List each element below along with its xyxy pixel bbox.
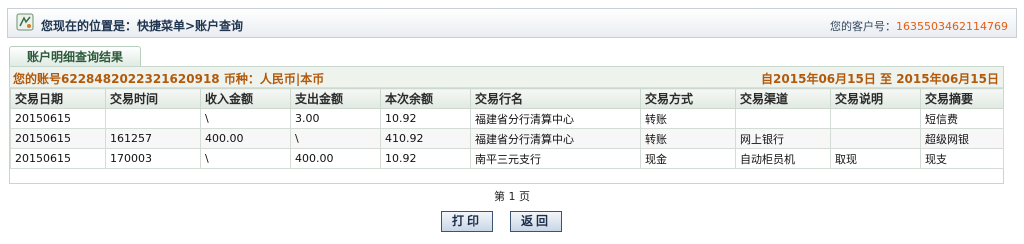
location-text: 您现在的位置是：快捷菜单>账户查询	[41, 19, 244, 33]
table-cell: 400.00	[200, 128, 291, 149]
table-cell: \	[200, 108, 291, 129]
back-button[interactable]: 返回	[510, 211, 562, 232]
table-cell: \	[200, 148, 291, 169]
account-info-bar: 您的账号6228482022321620918 币种：人民币|本币 自2015年…	[10, 67, 1003, 88]
table-cell	[105, 108, 201, 129]
table-cell: 20150615	[10, 148, 106, 169]
location-pin-icon	[16, 13, 34, 31]
table-header-row: 交易日期 交易时间 收入金额 支出金额 本次余额 交易行名 交易方式 交易渠道 …	[10, 88, 1004, 109]
customer-no-value: 1635503462114769	[896, 20, 1008, 33]
column-header: 交易渠道	[735, 88, 831, 109]
column-header: 本次余额	[380, 88, 471, 109]
table-cell: 超级网银	[920, 128, 1004, 149]
table-cell: 转账	[640, 108, 736, 129]
column-header: 交易行名	[470, 88, 641, 109]
table-cell: 400.00	[290, 148, 381, 169]
table-cell: 取现	[830, 148, 921, 169]
location-bar: 您现在的位置是：快捷菜单>账户查询 您的客户号：1635503462114769	[7, 8, 1017, 38]
table-row: 20150615 170003 \ 400.00 10.92 南平三元支行 现金…	[10, 148, 1004, 169]
table-cell: 短信费	[920, 108, 1004, 129]
column-header: 交易时间	[105, 88, 201, 109]
table-cell: 现支	[920, 148, 1004, 169]
table-cell: 10.92	[380, 108, 471, 129]
table-cell	[735, 108, 831, 129]
table-cell: 20150615	[10, 108, 106, 129]
column-header: 收入金额	[200, 88, 291, 109]
table-cell: 南平三元支行	[470, 148, 641, 169]
column-header: 交易说明	[830, 88, 921, 109]
column-header: 交易方式	[640, 88, 736, 109]
table-cell: 福建省分行清算中心	[470, 128, 641, 149]
table-cell: 现金	[640, 148, 736, 169]
table-cell: 170003	[105, 148, 201, 169]
table-cell: 10.92	[380, 148, 471, 169]
table-cell: 转账	[640, 128, 736, 149]
table-cell: 福建省分行清算中心	[470, 108, 641, 129]
column-header: 支出金额	[290, 88, 381, 109]
table-cell: \	[290, 128, 381, 149]
table-cell: 20150615	[10, 128, 106, 149]
table-row: 20150615 \ 3.00 10.92 福建省分行清算中心 转账 短信费	[10, 108, 1004, 129]
print-button[interactable]: 打印	[441, 211, 493, 232]
table-cell	[830, 128, 921, 149]
table-cell: 3.00	[290, 108, 381, 129]
table-cell: 410.92	[380, 128, 471, 149]
date-range: 自2015年06月15日 至 2015年06月15日	[761, 72, 999, 86]
transaction-table: 交易日期 交易时间 收入金额 支出金额 本次余额 交易行名 交易方式 交易渠道 …	[10, 88, 1004, 169]
tab-account-detail-result[interactable]: 账户明细查询结果	[9, 46, 141, 66]
table-cell: 161257	[105, 128, 201, 149]
page-indicator: 第 1 页	[494, 190, 530, 203]
table-cell: 网上银行	[735, 128, 831, 149]
customer-label: 您的客户号：	[830, 20, 897, 33]
table-row: 20150615 161257 400.00 \ 410.92 福建省分行清算中…	[10, 128, 1004, 149]
result-panel: 您的账号6228482022321620918 币种：人民币|本币 自2015年…	[9, 66, 1004, 184]
table-cell	[830, 108, 921, 129]
column-header: 交易摘要	[920, 88, 1004, 109]
table-cell: 自动柜员机	[735, 148, 831, 169]
account-info: 您的账号6228482022321620918 币种：人民币|本币	[13, 72, 325, 86]
customer-number: 您的客户号：1635503462114769	[830, 18, 1008, 34]
column-header: 交易日期	[10, 88, 106, 109]
